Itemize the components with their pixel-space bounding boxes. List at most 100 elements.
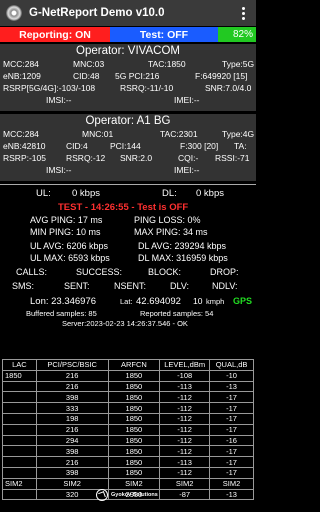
table-cell: SIM2 bbox=[2, 477, 37, 490]
table-row: 398 1850 -112 -17 bbox=[2, 391, 254, 404]
gps-panel: Lon: 23.346976 Lat: 42.694092 10 kmph GP… bbox=[0, 296, 256, 329]
gps-lat-value: 42.694092 bbox=[136, 296, 181, 307]
sim2-ta: TA: bbox=[234, 141, 247, 151]
dl-avg: DL AVG: 239294 kbps bbox=[138, 241, 227, 251]
table-cell: 398 bbox=[35, 391, 109, 404]
buffered-samples: Buffered samples: 85 bbox=[26, 309, 97, 318]
sim2-operator: Operator: A1 BG bbox=[85, 115, 171, 127]
table-cell: 1850 bbox=[107, 456, 161, 468]
sim1-imei: IMEI:-- bbox=[174, 95, 200, 105]
sim1-snr: SNR:7.0/4.0 bbox=[205, 83, 252, 93]
server-status: Server:2023-02-23 14:26:37.546 - OK bbox=[62, 319, 188, 328]
table-cell: 1850 bbox=[107, 391, 161, 404]
gps-speed-value: 10 bbox=[193, 296, 203, 306]
sim2-enb: eNB:42810 bbox=[3, 141, 46, 151]
table-cell: -112 bbox=[159, 423, 211, 436]
col-arfcn: ARFCN bbox=[107, 359, 161, 371]
sent-label: SENT: bbox=[64, 281, 90, 291]
status-bar: Reporting: ON Test: OFF 82% bbox=[0, 27, 256, 42]
reported-samples: Reported samples: 54 bbox=[140, 309, 214, 318]
table-cell: -113 bbox=[159, 456, 211, 468]
block-label: BLOCK: bbox=[148, 267, 182, 277]
sim1-cid: CID:48 bbox=[73, 71, 100, 81]
table-cell: -112 bbox=[159, 402, 211, 414]
test-toggle[interactable]: Test: OFF bbox=[110, 27, 218, 42]
dl-value: 0 kbps bbox=[196, 188, 224, 199]
table-cell: -17 bbox=[209, 423, 254, 436]
overflow-menu-icon[interactable] bbox=[234, 3, 252, 23]
table-cell: -112 bbox=[159, 466, 211, 479]
sim2-cqi: CQI:- bbox=[178, 153, 199, 163]
table-cell: -17 bbox=[209, 466, 254, 479]
table-row: 216 1850 -112 -17 bbox=[2, 423, 254, 436]
table-cell: -10 bbox=[209, 369, 254, 382]
table-row: 294 1850 -112 -16 bbox=[2, 434, 254, 447]
gps-status: GPS bbox=[233, 296, 253, 306]
table-row: 398 1850 -112 -17 bbox=[2, 466, 254, 479]
gyokov-logo: Gyokov Solutions bbox=[96, 488, 166, 502]
ul-max: UL MAX: 6593 kbps bbox=[30, 253, 110, 263]
table-row: 216 1850 -113 -17 bbox=[2, 456, 254, 468]
table-cell: -112 bbox=[159, 412, 211, 425]
ndlv-label: NDLV: bbox=[212, 281, 238, 291]
sim2-type: Type:4G bbox=[222, 129, 255, 139]
table-row: 198 1850 -112 -17 bbox=[2, 412, 254, 425]
success-label: SUCCESS: bbox=[76, 267, 123, 277]
sim2-panel: Operator: A1 BG MCC:284 MNC:01 TAC:2301 … bbox=[0, 114, 256, 181]
dl-max: DL MAX: 316959 kbps bbox=[138, 253, 228, 263]
sim1-panel: Operator: VIVACOM MCC:284 MNC:03 TAC:185… bbox=[0, 44, 256, 111]
sim1-tac: TAC:1850 bbox=[148, 59, 186, 69]
table-cell: -112 bbox=[159, 391, 211, 404]
avg-ping: AVG PING: 17 ms bbox=[30, 215, 103, 225]
table-row: 1850 216 1850 -108 -10 bbox=[2, 369, 254, 382]
sim2-rsrp: RSRP:-105 bbox=[3, 153, 46, 163]
dlv-label: DLV: bbox=[170, 281, 190, 291]
table-row: 398 1850 -112 -17 bbox=[2, 445, 254, 458]
table-cell bbox=[2, 488, 37, 501]
ul-label: UL: bbox=[36, 188, 51, 199]
table-cell bbox=[2, 380, 37, 393]
table-cell: 1850 bbox=[107, 369, 161, 382]
table-cell: SIM2 bbox=[209, 477, 254, 490]
table-cell: 216 bbox=[35, 380, 109, 393]
table-cell: -17 bbox=[209, 445, 254, 458]
col-pci: PCI/PSC/BSIC bbox=[35, 359, 109, 371]
sim2-mnc: MNC:01 bbox=[82, 129, 114, 139]
table-cell: -17 bbox=[209, 412, 254, 425]
table-cell: -112 bbox=[159, 445, 211, 458]
sim2-pci: PCI:144 bbox=[110, 141, 141, 151]
table-cell: 398 bbox=[35, 445, 109, 458]
app-logo-icon bbox=[6, 5, 22, 21]
table-header-row: LAC PCI/PSC/BSIC ARFCN LEVEL,dBm QUAL,dB bbox=[2, 359, 254, 371]
min-ping: MIN PING: 10 ms bbox=[30, 227, 101, 237]
table-cell bbox=[2, 456, 37, 468]
table-cell: -87 bbox=[159, 488, 211, 501]
sim2-snr: SNR:2.0 bbox=[120, 153, 153, 163]
reporting-toggle[interactable]: Reporting: ON bbox=[0, 27, 110, 42]
table-cell: 398 bbox=[35, 466, 109, 479]
table-cell bbox=[2, 466, 37, 479]
table-row: 333 1850 -112 -17 bbox=[2, 402, 254, 414]
table-cell: 1850 bbox=[107, 402, 161, 414]
battery-level: 82% bbox=[218, 27, 256, 42]
table-cell: -17 bbox=[209, 402, 254, 414]
sim1-rsrq: RSRQ:-11/-10 bbox=[120, 83, 174, 93]
table-cell: 1850 bbox=[107, 423, 161, 436]
table-cell: -112 bbox=[159, 434, 211, 447]
col-level: LEVEL,dBm bbox=[159, 359, 211, 371]
sim2-rssi: RSSI:-71 bbox=[215, 153, 250, 163]
sim2-freq: F:300 [20] bbox=[180, 141, 219, 151]
sim2-tac: TAC:2301 bbox=[160, 129, 198, 139]
table-cell: -13 bbox=[209, 488, 254, 501]
sim1-rsrp: RSRP[5G/4G]:-103/-108 bbox=[3, 83, 96, 93]
sim1-operator: Operator: VIVACOM bbox=[76, 45, 180, 57]
table-cell: 1850 bbox=[2, 369, 37, 382]
dl-label: DL: bbox=[162, 188, 177, 199]
gyokov-logo-icon bbox=[96, 489, 108, 501]
table-cell bbox=[2, 434, 37, 447]
divider bbox=[0, 184, 256, 185]
ul-avg: UL AVG: 6206 kbps bbox=[30, 241, 109, 251]
gps-lon: Lon: 23.346976 bbox=[30, 296, 97, 307]
table-cell: 1850 bbox=[107, 434, 161, 447]
table-cell: 333 bbox=[35, 402, 109, 414]
